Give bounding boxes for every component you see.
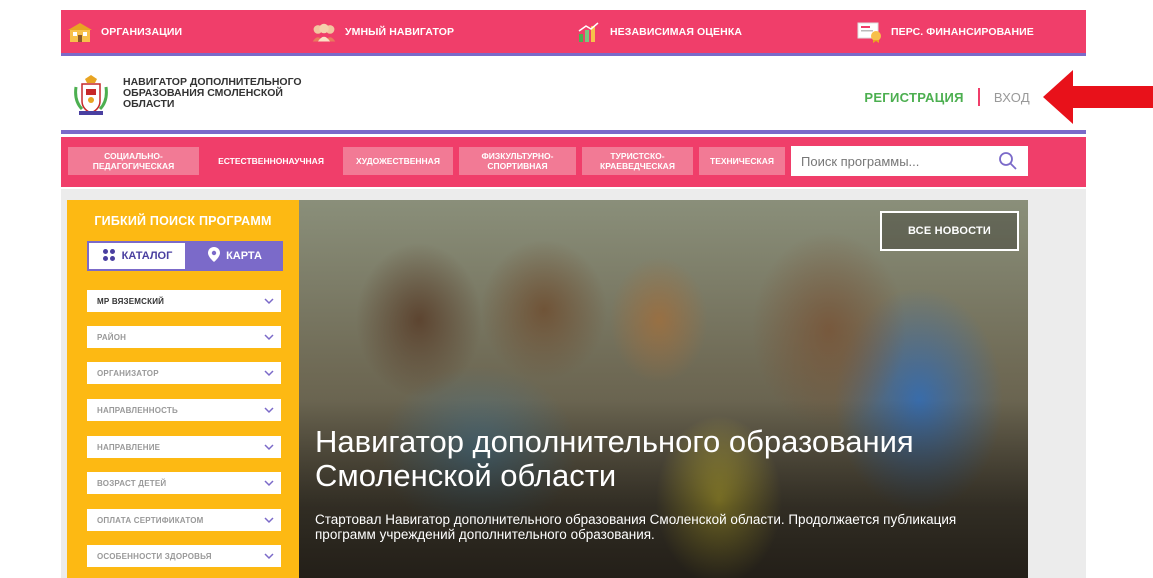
site-header: НАВИГАТОР ДОПОЛНИТЕЛЬНОГО ОБРАЗОВАНИЯ СМ…: [61, 56, 1086, 134]
category-label: ХУДОЖЕСТВЕННАЯ: [356, 156, 440, 166]
filter-focus-select[interactable]: НАПРАВЛЕННОСТЬ: [87, 399, 281, 421]
chevron-down-icon: [263, 295, 275, 307]
dropdown-value: ВОЗРАСТ ДЕТЕЙ: [97, 478, 167, 488]
school-building-icon: [67, 21, 93, 43]
login-link[interactable]: ВХОД: [994, 90, 1030, 105]
category-label: ТЕХНИЧЕСКАЯ: [710, 156, 774, 166]
topnav-organizations-link[interactable]: ОРГАНИЗАЦИИ: [67, 21, 182, 43]
category-natural-science[interactable]: ЕСТЕСТВЕННОНАУЧНАЯ: [205, 147, 337, 175]
brand-line-3: ОБЛАСТИ: [123, 98, 175, 110]
category-label: ФИЗКУЛЬТУРНО-СПОРТИВНАЯ: [481, 151, 554, 171]
auth-divider: [977, 88, 980, 106]
people-icon: [311, 21, 337, 43]
dropdown-value: МР ВЯЗЕМСКИЙ: [97, 296, 165, 306]
catalog-tab-label: КАТАЛОГ: [121, 250, 173, 262]
map-pin-icon: [208, 247, 221, 265]
top-nav-bar: ОРГАНИЗАЦИИ УМНЫЙ НАВИГАТОР НЕЗАВИСИМАЯ …: [61, 10, 1086, 56]
filter-age-select[interactable]: ВОЗРАСТ ДЕТЕЙ: [87, 472, 281, 494]
topnav-personal-financing-label: ПЕРС. ФИНАНСИРОВАНИЕ: [891, 25, 1034, 38]
dropdown-value: НАПРАВЛЕННОСТЬ: [97, 405, 178, 415]
view-toggle: КАТАЛОГ КАРТА: [87, 241, 283, 271]
filter-health-features-select[interactable]: ОСОБЕННОСТИ ЗДОРОВЬЯ: [87, 545, 281, 567]
category-social-pedagogical[interactable]: СОЦИАЛЬНО-ПЕДАГОГИЧЕСКАЯ: [68, 147, 199, 175]
filter-organizer-select[interactable]: ОРГАНИЗАТОР: [87, 362, 281, 384]
topnav-personal-financing-link[interactable]: ПЕРС. ФИНАНСИРОВАНИЕ: [857, 21, 1034, 43]
chevron-down-icon: [263, 331, 275, 343]
filter-municipality-select[interactable]: МР ВЯЗЕМСКИЙ: [87, 290, 281, 312]
topnav-independent-assessment-link[interactable]: НЕЗАВИСИМАЯ ОЦЕНКА: [576, 21, 742, 43]
site-brand-title[interactable]: НАВИГАТОР ДОПОЛНИТЕЛЬНОГО ОБРАЗОВАНИЯ СМ…: [123, 77, 323, 110]
category-nav-bar: СОЦИАЛЬНО-ПЕДАГОГИЧЕСКАЯ ЕСТЕСТВЕННОНАУЧ…: [61, 137, 1086, 187]
register-link[interactable]: РЕГИСТРАЦИЯ: [864, 90, 963, 105]
chevron-down-icon: [263, 367, 275, 379]
dropdown-value: НАПРАВЛЕНИЕ: [97, 442, 161, 452]
category-tourism-local-history[interactable]: ТУРИСТСКО-КРАЕВЕДЧЕСКАЯ: [582, 147, 693, 175]
topnav-independent-assessment-label: НЕЗАВИСИМАЯ ОЦЕНКА: [610, 25, 743, 38]
certificate-icon: [857, 21, 883, 43]
category-art[interactable]: ХУДОЖЕСТВЕННАЯ: [343, 147, 453, 175]
topnav-organizations-label: ОРГАНИЗАЦИИ: [101, 25, 183, 38]
dropdown-value: ОСОБЕННОСТИ ЗДОРОВЬЯ: [97, 551, 212, 561]
page: ОРГАНИЗАЦИИ УМНЫЙ НАВИГАТОР НЕЗАВИСИМАЯ …: [0, 0, 1153, 578]
search-icon[interactable]: [998, 151, 1018, 171]
dropdown-value: ОПЛАТА СЕРТИФИКАТОМ: [97, 515, 204, 525]
hero-description: Стартовал Навигатор дополнительного обра…: [315, 512, 957, 542]
chevron-down-icon: [263, 441, 275, 453]
map-tab[interactable]: КАРТА: [187, 241, 283, 271]
dropdown-value: ОРГАНИЗАТОР: [97, 368, 159, 378]
chevron-down-icon: [263, 477, 275, 489]
hero-banner[interactable]: ВСЕ НОВОСТИ Навигатор дополнительного об…: [299, 200, 1028, 578]
all-news-button[interactable]: ВСЕ НОВОСТИ: [880, 211, 1019, 251]
category-sports[interactable]: ФИЗКУЛЬТУРНО-СПОРТИВНАЯ: [459, 147, 576, 175]
topnav-smart-navigator-label: УМНЫЙ НАВИГАТОР: [345, 25, 455, 38]
category-label: ЕСТЕСТВЕННОНАУЧНАЯ: [218, 156, 324, 166]
dropdown-value: РАЙОН: [97, 332, 127, 342]
filters-title: ГИБКИЙ ПОИСК ПРОГРАММ: [94, 214, 272, 228]
chevron-down-icon: [263, 550, 275, 562]
category-technical[interactable]: ТЕХНИЧЕСКАЯ: [699, 147, 785, 175]
auth-links: РЕГИСТРАЦИЯ ВХОД: [864, 88, 1030, 106]
annotation-arrow-icon: [1043, 70, 1153, 124]
filter-district-select[interactable]: РАЙОН: [87, 326, 281, 348]
map-tab-label: КАРТА: [226, 250, 262, 262]
flexible-search-panel: ГИБКИЙ ПОИСК ПРОГРАММ КАТАЛОГ КАРТА МР В…: [67, 200, 299, 578]
chevron-down-icon: [263, 514, 275, 526]
catalog-tab[interactable]: КАТАЛОГ: [87, 241, 187, 271]
bar-chart-icon: [576, 21, 602, 43]
program-search-input[interactable]: [801, 153, 991, 169]
filter-certificate-payment-select[interactable]: ОПЛАТА СЕРТИФИКАТОМ: [87, 509, 281, 531]
hero-title: Навигатор дополнительного образования См…: [315, 424, 914, 493]
grid-icon: [102, 248, 116, 265]
topnav-smart-navigator-link[interactable]: УМНЫЙ НАВИГАТОР: [311, 21, 454, 43]
category-label: СОЦИАЛЬНО-ПЕДАГОГИЧЕСКАЯ: [92, 151, 175, 171]
filter-direction-select[interactable]: НАПРАВЛЕНИЕ: [87, 436, 281, 458]
chevron-down-icon: [263, 404, 275, 416]
smolensk-coat-of-arms-logo[interactable]: [73, 75, 109, 117]
category-label: ТУРИСТСКО-КРАЕВЕДЧЕСКАЯ: [600, 151, 675, 171]
program-search-box: [791, 146, 1028, 176]
